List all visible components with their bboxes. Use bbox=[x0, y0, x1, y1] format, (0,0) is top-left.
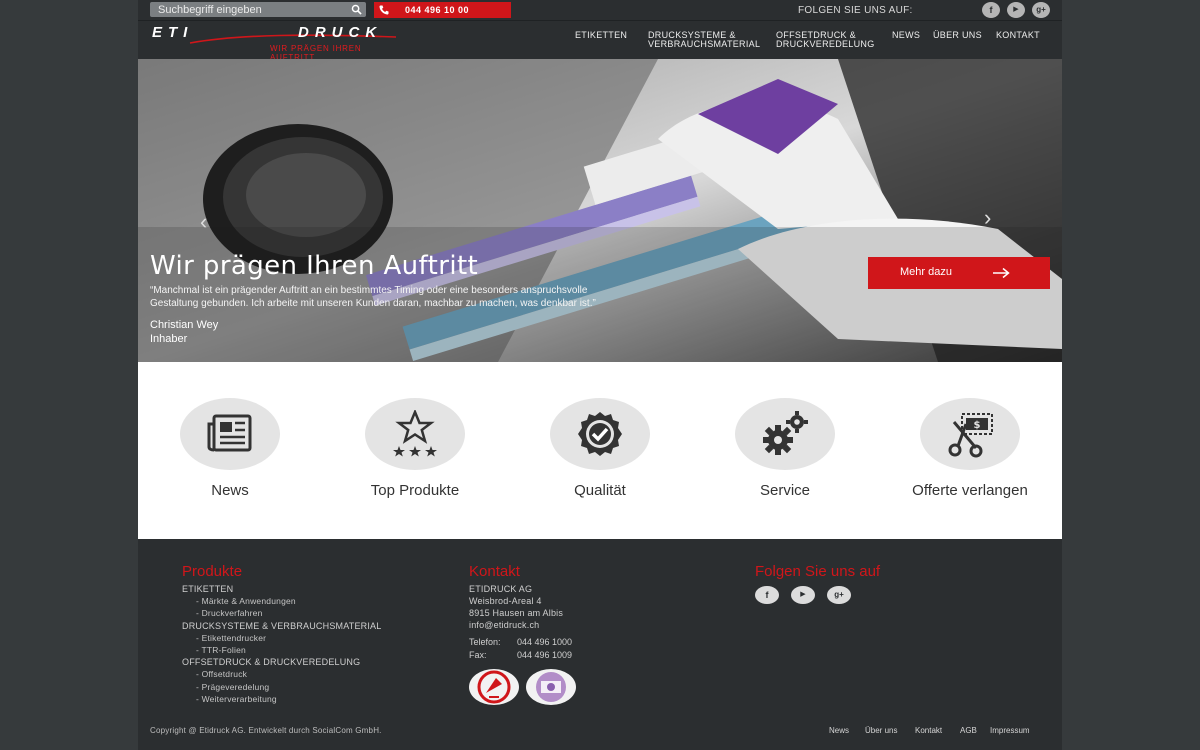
feature-circle bbox=[180, 398, 280, 470]
feature-service[interactable]: Service bbox=[693, 398, 853, 508]
nav-label: ETIKETTEN bbox=[575, 30, 628, 40]
googleplus-icon[interactable]: g+ bbox=[1032, 2, 1050, 18]
feature-label: Qualität bbox=[574, 482, 626, 499]
footer-link[interactable]: - Weiterverarbeitung bbox=[182, 693, 381, 705]
fax-value: 044 496 1009 bbox=[517, 650, 573, 660]
nav-label: NEWS bbox=[892, 30, 921, 40]
feature-label: Service bbox=[759, 482, 811, 499]
phone-icon bbox=[379, 5, 389, 15]
brc-certificate-badge bbox=[526, 669, 576, 705]
feature-circle bbox=[735, 398, 835, 470]
footer-link[interactable]: - Druckverfahren bbox=[182, 607, 381, 619]
footer-link[interactable]: OFFSETDRUCK & DRUCKVEREDELUNG bbox=[182, 656, 381, 668]
footer-produkte-title: Produkte bbox=[182, 563, 243, 580]
nav-label: DRUCKVEREDELUNG bbox=[776, 39, 875, 49]
footer-link[interactable]: - TTR-Folien bbox=[182, 644, 381, 656]
footer-produkte: Produkte ETIKETTEN - Märkte & Anwendunge… bbox=[182, 563, 381, 705]
more-button-label: Mehr dazu bbox=[900, 266, 952, 278]
feature-label: Offerte verlangen bbox=[912, 482, 1028, 499]
site-footer: Produkte ETIKETTEN - Märkte & Anwendunge… bbox=[138, 539, 1062, 750]
site-header: ETI DRUCK WIR PRÄGEN IHREN AUFTRITT ETIK… bbox=[138, 21, 1062, 62]
youtube-icon[interactable]: ▶ bbox=[1007, 2, 1025, 18]
fax-row: Fax: 044 496 1009 bbox=[469, 649, 572, 662]
company-email[interactable]: info@etidruck.ch bbox=[469, 619, 572, 631]
footer-link[interactable]: - Etikettendrucker bbox=[182, 632, 381, 644]
facebook-icon[interactable]: f bbox=[755, 586, 779, 604]
hero-quote-line: Gestaltung gebunden. Ich arbeite mit uns… bbox=[150, 297, 596, 309]
footer-link[interactable]: DRUCKSYSTEME & VERBRAUCHSMATERIAL bbox=[182, 620, 381, 632]
logo-word-druck: DRUCK bbox=[298, 24, 383, 41]
hero-title: Wir prägen Ihren Auftritt bbox=[150, 251, 479, 281]
phone-number: 044 496 10 00 bbox=[405, 5, 470, 15]
youtube-icon[interactable]: ▶ bbox=[791, 586, 815, 604]
footer-follow: Folgen Sie uns auf bbox=[755, 563, 880, 580]
footer-kontakt: Kontakt ETIDRUCK AG Weisbrod-Areal 4 891… bbox=[469, 563, 572, 662]
quality-seal-icon bbox=[578, 412, 622, 456]
phone-button[interactable]: 044 496 10 00 bbox=[374, 2, 511, 18]
gears-icon bbox=[763, 411, 808, 455]
company-street: Weisbrod-Areal 4 bbox=[469, 596, 542, 606]
nav-label: ÜBER UNS bbox=[933, 30, 982, 40]
hero-author: Christian Wey Inhaber bbox=[150, 318, 218, 346]
scissors-coupon-icon: $ bbox=[948, 413, 993, 458]
footer-kontakt-title: Kontakt bbox=[469, 563, 520, 580]
tel-value[interactable]: 044 496 1000 bbox=[517, 637, 572, 647]
feature-qualitaet[interactable]: Qualität bbox=[508, 398, 668, 508]
fax-label: Fax: bbox=[469, 650, 487, 660]
feature-circle bbox=[365, 398, 465, 470]
top-bar: 044 496 10 00 FOLGEN SIE UNS AUF: f ▶ g+ bbox=[138, 0, 1062, 21]
feature-circle: $ bbox=[920, 398, 1020, 470]
newspaper-icon bbox=[207, 414, 252, 452]
nav-label: KONTAKT bbox=[996, 30, 1040, 40]
footer-link[interactable]: - Prägeveredelung bbox=[182, 681, 381, 693]
arrow-right-icon bbox=[993, 267, 1010, 279]
phone-row: Telefon: 044 496 1000 bbox=[469, 636, 572, 649]
company-name: ETIDRUCK AG bbox=[469, 584, 533, 594]
nav-label: VERBRAUCHSMATERIAL bbox=[648, 39, 761, 49]
footer-nav-kontakt[interactable]: Kontakt bbox=[915, 726, 942, 735]
feature-circle bbox=[550, 398, 650, 470]
footer-nav-news[interactable]: News bbox=[829, 726, 849, 735]
feature-label: News bbox=[211, 482, 249, 499]
author-name: Christian Wey bbox=[150, 319, 219, 331]
feature-row: News Top Produkte Qualität Service $ Off… bbox=[138, 362, 1062, 539]
hero-quote-line: “Manchmal ist ein prägender Auftritt an … bbox=[150, 285, 588, 296]
author-role: Inhaber bbox=[150, 333, 188, 345]
search-input[interactable] bbox=[150, 2, 346, 17]
tel-label: Telefon: bbox=[469, 637, 501, 647]
footer-link[interactable]: - Offsetdruck bbox=[182, 668, 381, 680]
feature-top-produkte[interactable]: Top Produkte bbox=[323, 398, 483, 508]
feature-offerte[interactable]: $ Offerte verlangen bbox=[878, 398, 1038, 508]
copyright: Copyright @ Etidruck AG. Entwickelt durc… bbox=[150, 726, 382, 735]
footer-nav-ueber-uns[interactable]: Über uns bbox=[865, 726, 897, 735]
footer-link[interactable]: ETIKETTEN bbox=[182, 583, 381, 595]
swiss-quality-badge bbox=[469, 669, 519, 705]
footer-nav-agb[interactable]: AGB bbox=[960, 726, 977, 735]
footer-nav-impressum[interactable]: Impressum bbox=[990, 726, 1030, 735]
footer-follow-title: Folgen Sie uns auf bbox=[755, 563, 881, 580]
more-button[interactable]: Mehr dazu bbox=[868, 257, 1050, 289]
facebook-icon[interactable]: f bbox=[982, 2, 1000, 18]
hero-slider: ‹ › Wir prägen Ihren Auftritt “Manchmal … bbox=[138, 59, 1062, 362]
logo[interactable]: ETI DRUCK WIR PRÄGEN IHREN AUFTRITT bbox=[150, 24, 396, 62]
footer-link[interactable]: - Märkte & Anwendungen bbox=[182, 595, 381, 607]
company-city: 8915 Hausen am Albis bbox=[469, 608, 564, 618]
logo-word-eti: ETI bbox=[152, 24, 194, 41]
search-icon[interactable] bbox=[351, 4, 362, 15]
feature-news[interactable]: News bbox=[138, 398, 298, 508]
hero-quote: “Manchmal ist ein prägender Auftritt an … bbox=[150, 285, 750, 310]
googleplus-icon[interactable]: g+ bbox=[827, 586, 851, 604]
star-rating-icon bbox=[393, 410, 437, 457]
svg-text:$: $ bbox=[974, 420, 981, 431]
feature-label: Top Produkte bbox=[370, 482, 460, 499]
search-box[interactable] bbox=[150, 2, 366, 17]
follow-label: FOLGEN SIE UNS AUF: bbox=[798, 5, 913, 16]
